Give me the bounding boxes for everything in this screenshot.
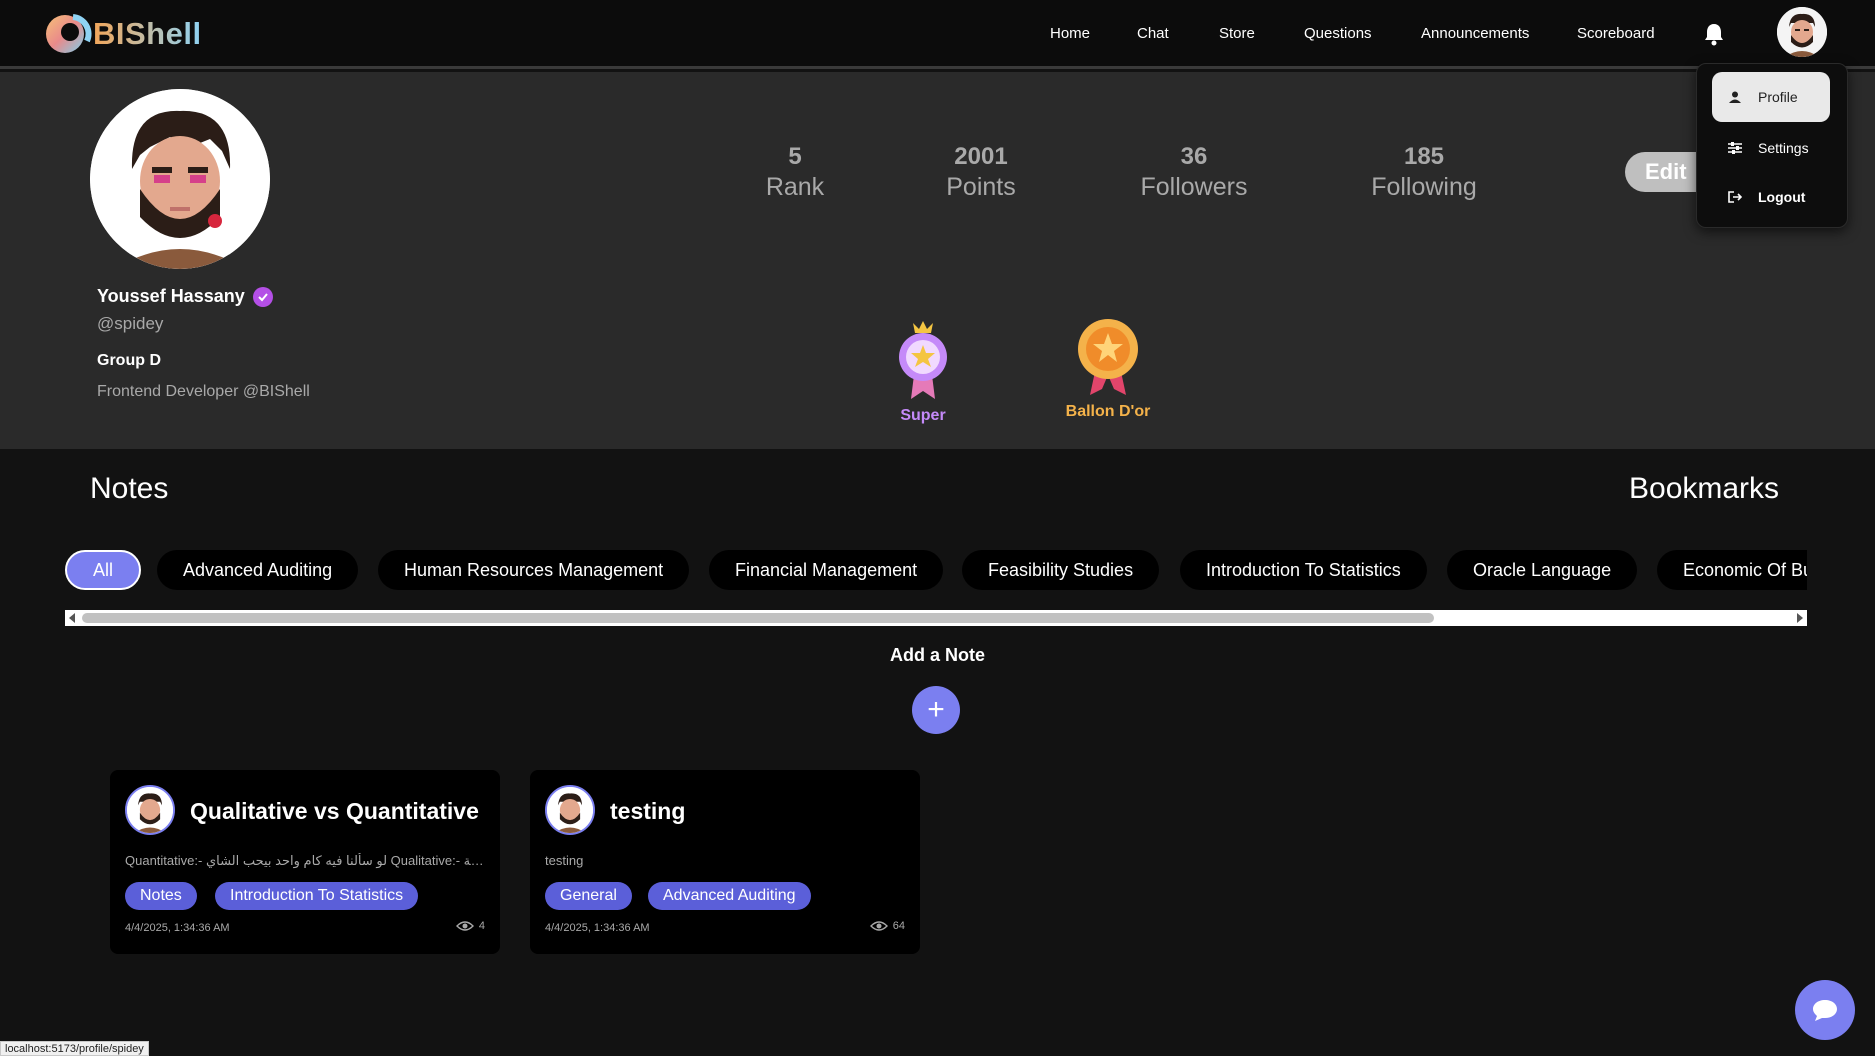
- verified-icon: [252, 286, 273, 307]
- brand-name: BIShell: [93, 16, 202, 51]
- profile-name: Youssef Hassany: [97, 286, 273, 307]
- stat-following[interactable]: 185 Following: [1366, 142, 1482, 202]
- note-card[interactable]: Qualitative vs Quantitative Quantitative…: [110, 770, 500, 954]
- profile-avatar: [90, 89, 270, 269]
- stat-points-label: Points: [946, 173, 1016, 201]
- note-tag[interactable]: Advanced Auditing: [648, 882, 811, 910]
- add-note-title: Add a Note: [889, 645, 985, 665]
- user-dropdown-menu: Profile Settings Logout: [1696, 63, 1848, 228]
- stat-followers-label: Followers: [1140, 173, 1248, 201]
- status-bar-url: localhost:5173/profile/spidey: [0, 1041, 149, 1056]
- stat-followers[interactable]: 36 Followers: [1136, 142, 1252, 202]
- note-author-avatar: [545, 785, 595, 835]
- dropdown-settings-label: Settings: [1758, 140, 1809, 156]
- profile-header: Youssef Hassany @spidey Group D Frontend…: [0, 72, 1875, 449]
- note-card[interactable]: testing testing General Advanced Auditin…: [530, 770, 920, 954]
- nav-store-link[interactable]: Store: [1219, 25, 1255, 42]
- badge-ballon-dor: Ballon D'or: [1060, 317, 1156, 421]
- stat-following-value: 185: [1403, 143, 1445, 170]
- user-avatar-button[interactable]: [1777, 7, 1827, 57]
- nav-announcements-link[interactable]: Announcements: [1421, 25, 1529, 42]
- filter-chip[interactable]: Financial Management: [709, 550, 944, 590]
- nav-chat-link[interactable]: Chat: [1137, 25, 1169, 42]
- filter-chip[interactable]: Advanced Auditing: [157, 550, 359, 590]
- logout-icon: [1727, 191, 1743, 203]
- filter-chip-all[interactable]: All: [65, 550, 142, 590]
- ballon-dor-medal-icon: [1078, 319, 1138, 395]
- note-description: Quantitative:- لو سألنا فيه كام واحد بيح…: [125, 853, 485, 868]
- note-view-count: 64: [892, 920, 905, 932]
- note-views: 4: [455, 920, 485, 932]
- sliders-icon: [1727, 142, 1743, 154]
- dropdown-settings-item[interactable]: Settings: [1712, 123, 1830, 173]
- note-title: Qualitative vs Quantitative: [190, 798, 479, 824]
- filter-chip[interactable]: Human Resources Management: [378, 550, 690, 590]
- note-date: 4/4/2025, 1:34:36 AM: [125, 922, 230, 934]
- stat-followers-value: 36: [1180, 143, 1208, 170]
- notes-tab[interactable]: Notes: [90, 472, 168, 506]
- filter-chip[interactable]: Introduction To Statistics: [1180, 550, 1427, 590]
- dropdown-profile-label: Profile: [1758, 89, 1798, 105]
- user-icon: [1727, 91, 1743, 103]
- nav-scoreboard-link[interactable]: Scoreboard: [1577, 25, 1655, 42]
- add-note-button[interactable]: +: [912, 686, 960, 734]
- badge-ballon-dor-label: Ballon D'or: [1065, 403, 1151, 420]
- category-filter-bar: All Advanced Auditing Human Resources Ma…: [65, 548, 1807, 592]
- note-author-avatar: [125, 785, 175, 835]
- nav-questions-link[interactable]: Questions: [1304, 25, 1372, 42]
- scrollbar-thumb[interactable]: [82, 613, 1434, 623]
- scroll-right-arrow-icon[interactable]: [1797, 613, 1803, 623]
- filter-chip[interactable]: Oracle Language: [1447, 550, 1638, 590]
- note-tag[interactable]: Introduction To Statistics: [215, 882, 419, 910]
- dropdown-logout-item[interactable]: Logout: [1712, 172, 1830, 222]
- filter-scrollbar[interactable]: [65, 610, 1807, 626]
- scroll-left-arrow-icon[interactable]: [69, 613, 75, 623]
- note-description: testing: [545, 853, 584, 868]
- filter-chip[interactable]: Economic Of Bu: [1657, 550, 1807, 590]
- badge-super: Super: [880, 317, 966, 425]
- stat-points-value: 2001: [954, 143, 1008, 170]
- profile-handle: @spidey: [97, 314, 164, 333]
- badge-super-label: Super: [900, 407, 946, 424]
- note-title: testing: [610, 798, 686, 824]
- eye-icon: [869, 921, 888, 931]
- logo-icon: [43, 13, 93, 55]
- profile-name-text: Youssef Hassany: [97, 286, 245, 306]
- stat-points: 2001 Points: [936, 142, 1026, 202]
- brand-logo[interactable]: BIShell: [43, 13, 202, 55]
- dropdown-logout-label: Logout: [1758, 189, 1806, 205]
- stat-rank-label: Rank: [765, 173, 825, 201]
- note-date: 4/4/2025, 1:34:36 AM: [545, 922, 650, 934]
- nav-home-link[interactable]: Home: [1050, 25, 1090, 42]
- chat-icon: [1813, 1000, 1837, 1021]
- note-views: 64: [869, 920, 905, 932]
- bookmarks-tab[interactable]: Bookmarks: [1629, 472, 1779, 506]
- chat-bubble-button[interactable]: [1795, 980, 1855, 1040]
- top-navbar: BIShell Home Chat Store Questions Announ…: [0, 0, 1875, 69]
- stat-rank: 5 Rank: [760, 142, 830, 202]
- stat-following-label: Following: [1371, 173, 1477, 201]
- profile-bio: Frontend Developer @BIShell: [97, 383, 310, 400]
- note-tag[interactable]: Notes: [125, 882, 197, 910]
- dropdown-profile-item[interactable]: Profile: [1712, 72, 1830, 122]
- profile-group: Group D: [97, 352, 161, 369]
- eye-icon: [455, 921, 474, 931]
- super-medal-icon: [899, 321, 947, 399]
- note-tag[interactable]: General: [545, 882, 632, 910]
- note-view-count: 4: [478, 920, 485, 932]
- bell-icon[interactable]: [1703, 22, 1725, 46]
- filter-chip[interactable]: Feasibility Studies: [962, 550, 1160, 590]
- stat-rank-value: 5: [788, 143, 802, 170]
